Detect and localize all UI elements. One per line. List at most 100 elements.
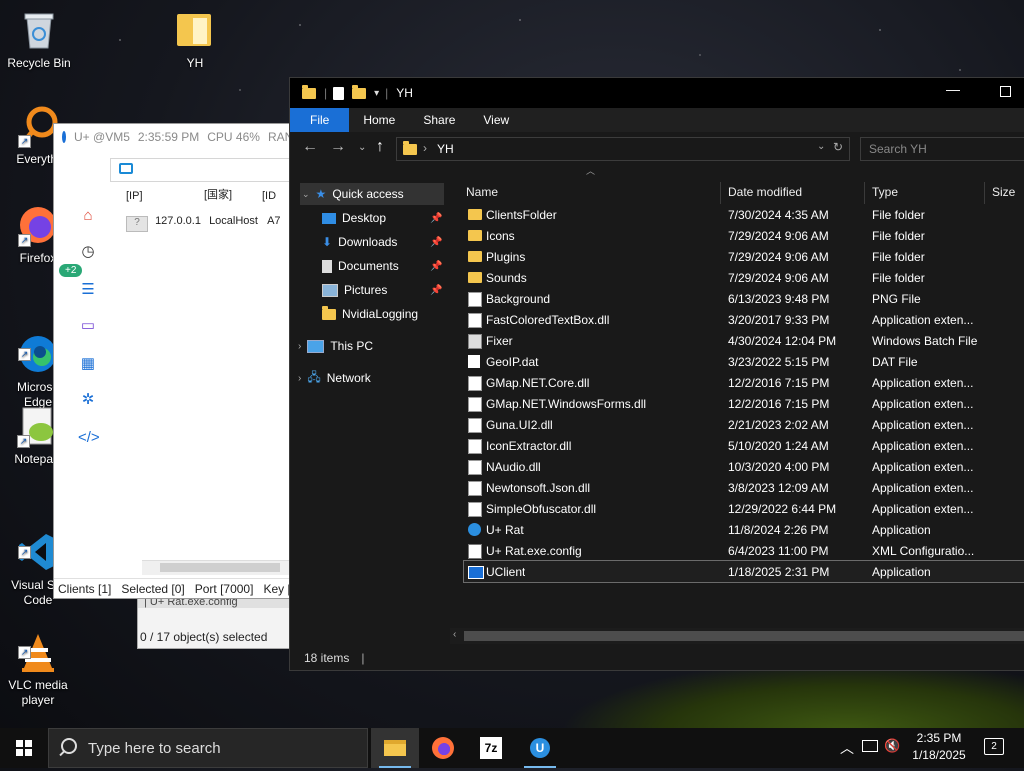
file-row[interactable]: Background 6/13/2023 9:48 PM PNG File [464,288,1024,309]
file-type: PNG File [872,292,921,306]
urat-search-bar[interactable] [110,158,291,182]
desktop-icon-vlc[interactable]: ↗ VLC media player [0,600,76,723]
explorer-titlebar[interactable]: | ▾ | YH — [290,78,1024,108]
address-bar[interactable]: › YH ⌄ ↻ [396,137,850,161]
back-arrow-icon[interactable]: ← [302,138,318,156]
nav-nvidialogging[interactable]: NvidiaLogging [322,303,418,325]
file-row[interactable]: Icons 7/29/2024 9:06 AM File folder [464,225,1024,246]
file-row[interactable]: Fixer 4/30/2024 12:04 PM Windows Batch Fil… [464,330,1024,351]
scroll-left-icon[interactable]: ‹ [453,629,456,640]
nav-downloads[interactable]: ⬇ Downloads [322,231,397,253]
column-name[interactable]: Name [466,180,498,204]
column-size[interactable]: Size [992,180,1015,204]
column-divider[interactable] [984,182,985,204]
taskbar-7zip[interactable]: 7z [467,728,515,768]
column-id[interactable]: [ID [262,190,282,202]
pin-icon[interactable]: 📌 [430,261,442,272]
desktop-icon-yh-folder[interactable]: YH [157,8,233,71]
new-clients-badge: +2 [59,264,83,277]
search-input[interactable]: Search YH [860,137,1024,161]
file-list-hscrollbar[interactable]: ‹ [450,628,1024,644]
nav-pictures[interactable]: Pictures [322,279,387,301]
file-row[interactable]: Newtonsoft.Json.dll 3/8/2023 12:09 AM Appl… [464,477,1024,498]
up-arrow-icon[interactable]: ↑ [376,138,384,156]
nav-quick-access[interactable]: ⌄ ★ Quick access [302,183,404,205]
file-row[interactable]: U+ Rat.exe.config 6/4/2023 11:00 PM XML Co… [464,540,1024,561]
file-row[interactable]: GMap.NET.WindowsForms.dll 12/2/2016 7:15 … [464,393,1024,414]
nav-documents[interactable]: Documents [322,255,399,277]
clients-hscrollbar[interactable] [142,560,290,575]
recent-locations-chevron-icon[interactable]: ⌄ [358,142,366,153]
refresh-icon[interactable]: ↻ [833,140,843,154]
tab-file[interactable]: File [290,108,350,132]
table-row[interactable]: ? 127.0.0.1 LocalHost A7 [126,215,290,233]
file-row[interactable]: UClient 1/18/2025 2:31 PM Application [463,560,1024,583]
notification-center-icon[interactable]: 2 [984,738,1004,755]
navigation-pane: ⌄ ★ Quick access Desktop 📌 ⬇ Downloads 📌… [290,180,448,646]
file-row[interactable]: Sounds 7/29/2024 9:06 AM File folder [464,267,1024,288]
taskbar-file-explorer[interactable] [371,728,419,768]
file-row[interactable]: GeoIP.dat3/23/2022 5:15 PMDAT File1, [464,351,1024,372]
new-folder-icon[interactable] [352,84,367,99]
history-clock-icon[interactable]: ◷ [78,242,98,262]
file-row[interactable]: FastColoredTextBox.dll 3/20/2017 9:33 PM A… [464,309,1024,330]
nav-network[interactable]: › 🖧 Network [298,367,371,389]
file-row[interactable]: ClientsFolder 7/30/2024 4:35 AM File folde… [464,204,1024,225]
column-ip[interactable]: [IP] [126,190,204,202]
nav-this-pc[interactable]: › This PC [298,335,373,357]
file-row[interactable]: IconExtractor.dll 5/10/2020 1:24 AM Applic… [464,435,1024,456]
urat-window[interactable]: U+ @VM5 2:35:59 PM CPU 46% RAN ⌂ +2 ◷ ☰ … [54,124,294,598]
column-type[interactable]: Type [872,180,898,204]
settings-gears-icon[interactable]: ✲ [78,390,98,410]
address-dropdown-icon[interactable]: ⌄ [817,141,825,152]
urat-titlebar[interactable]: U+ @VM5 2:35:59 PM CPU 46% RAN [54,124,290,150]
tab-share[interactable]: Share [409,108,469,132]
scroll-thumb[interactable] [160,563,280,572]
code-icon[interactable]: </> [78,428,100,448]
taskbar-search-box[interactable]: Type here to search [48,728,368,768]
nav-desktop[interactable]: Desktop [322,207,386,229]
dll-file-icon [468,460,482,475]
desktop-icon-recycle-bin[interactable]: Recycle Bin [1,8,77,71]
home-icon[interactable]: ⌂ [78,206,98,226]
urat-time: 2:35:59 PM [137,130,200,144]
file-name: Fixer [486,334,513,348]
taskbar-clock[interactable]: 2:35 PM 1/18/2025 [906,730,972,764]
column-date-modified[interactable]: Date modified [728,180,802,204]
monitor-icon[interactable]: ▭ [78,316,98,336]
start-button[interactable] [0,728,48,768]
pin-icon[interactable]: 📌 [430,237,442,248]
file-row[interactable]: U+ Rat11/8/2024 2:26 PMApplication8, [464,519,1024,540]
file-row[interactable]: NAudio.dll 10/3/2020 4:00 PM Application e… [464,456,1024,477]
file-explorer-window[interactable]: | ▾ | YH — File Home Share View ← → ⌄ ↑ … [290,78,1024,670]
download-arrow-icon: ⬇ [322,235,333,249]
file-row[interactable]: Guna.UI2.dll 2/21/2023 2:02 AM Application… [464,414,1024,435]
scroll-thumb[interactable] [464,631,1024,641]
quick-access-dropdown-icon[interactable]: ▾ [374,88,379,99]
file-row[interactable]: Plugins 7/29/2024 9:06 AM File folder [464,246,1024,267]
pin-icon[interactable]: 📌 [430,285,442,296]
server-list-icon[interactable]: ☰ [78,280,98,300]
properties-icon[interactable] [333,86,345,100]
maximize-icon[interactable] [1000,86,1011,97]
background-explorer-window[interactable]: | U+ Rat.exe.config 0 / 17 object(s) sel… [138,596,290,648]
dashboard-icon[interactable]: ▦ [78,354,98,374]
taskbar-urat[interactable]: U [516,728,564,768]
breadcrumb[interactable]: YH [437,142,454,156]
tab-home[interactable]: Home [349,108,409,132]
file-date-modified: 10/3/2020 4:00 PM [728,460,830,474]
pin-icon[interactable]: 📌 [430,213,442,224]
file-row[interactable]: GMap.NET.Core.dll 12/2/2016 7:15 PM Applic… [464,372,1024,393]
column-divider[interactable] [864,182,865,204]
show-hidden-icons-chevron-icon[interactable]: ︿ [840,738,854,758]
minimize-icon[interactable]: — [946,81,960,97]
column-country[interactable]: [国家] [204,186,262,202]
file-row[interactable]: SimpleObfuscator.dll 12/29/2022 6:44 PM Ap… [464,498,1024,519]
column-divider[interactable] [720,182,721,204]
forward-arrow-icon[interactable]: → [330,138,346,156]
volume-muted-icon[interactable]: 🔇 [884,738,900,754]
tab-view[interactable]: View [469,108,523,132]
network-status-icon[interactable] [862,740,878,752]
taskbar-firefox[interactable] [419,728,467,768]
client-country: LocalHost [209,215,258,227]
